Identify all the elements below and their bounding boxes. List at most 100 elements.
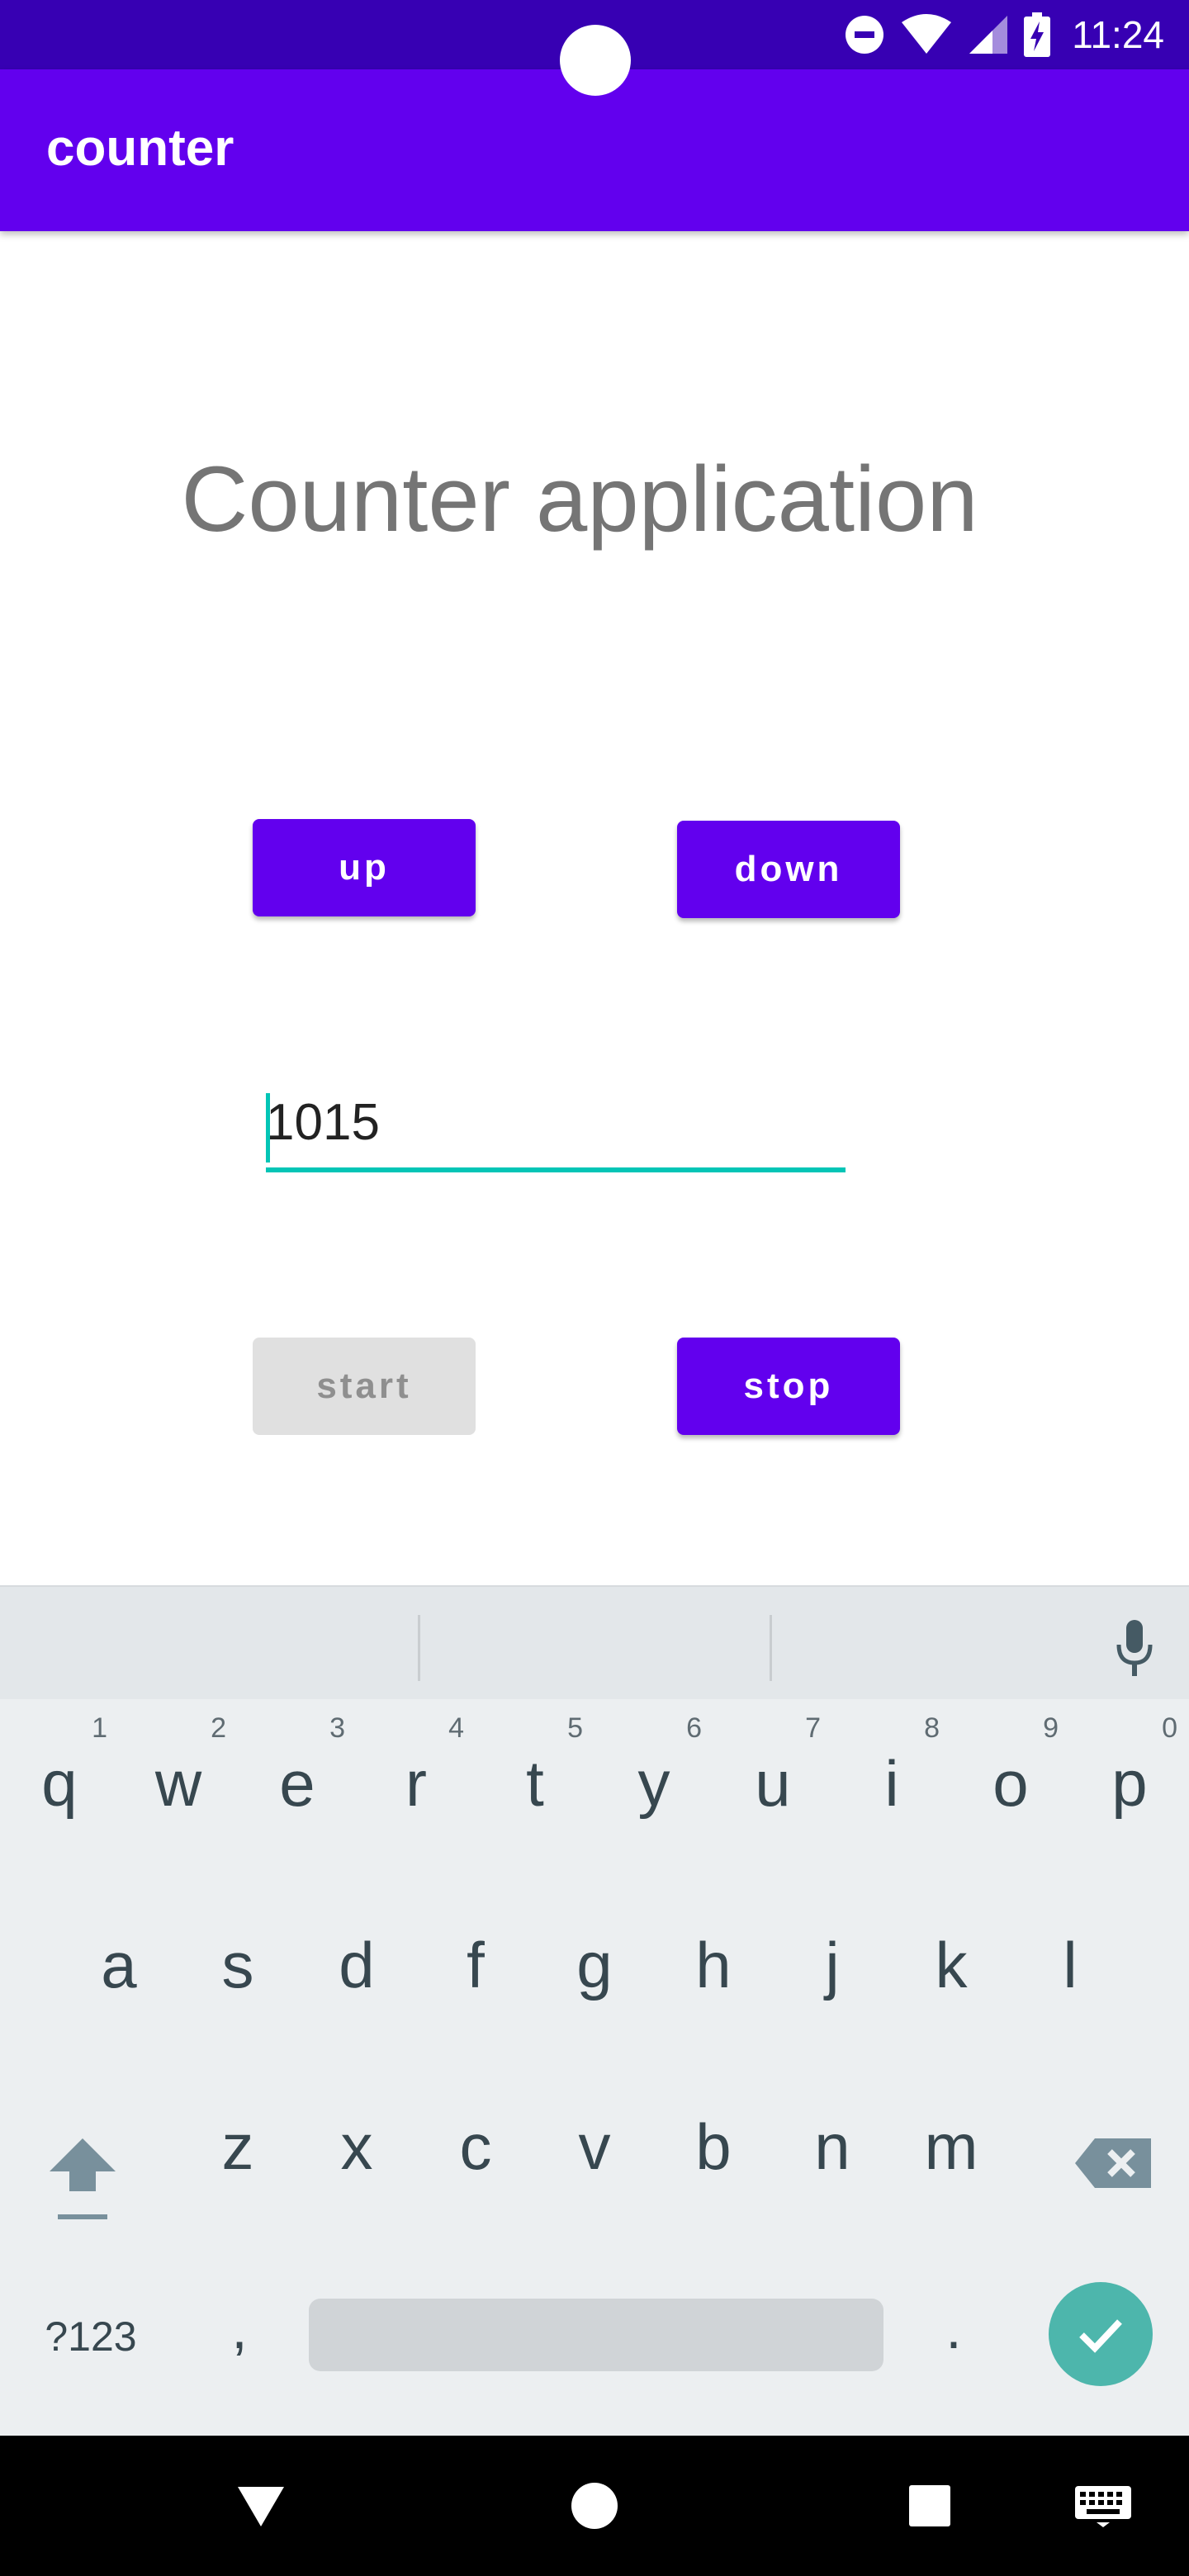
key-hint: 3 bbox=[329, 1712, 345, 1744]
keyboard-switch-icon bbox=[1075, 2486, 1131, 2527]
key-hint: 0 bbox=[1162, 1712, 1177, 1744]
key-label: r bbox=[405, 1746, 427, 1820]
key-m[interactable]: m bbox=[892, 2061, 1011, 2226]
key-label: u bbox=[755, 1746, 791, 1820]
key-label: a bbox=[101, 1928, 137, 2001]
suggestion-strip bbox=[0, 1585, 1189, 1699]
key-k[interactable]: k bbox=[892, 1879, 1011, 2044]
key-label: t bbox=[526, 1746, 544, 1820]
key-x[interactable]: x bbox=[297, 2061, 416, 2226]
key-b[interactable]: b bbox=[654, 2061, 773, 2226]
key-label: y bbox=[637, 1746, 670, 1820]
key-label: z bbox=[221, 2110, 254, 2183]
key-a[interactable]: a bbox=[59, 1879, 178, 2044]
key-o[interactable]: o9 bbox=[951, 1698, 1070, 1863]
wifi-icon bbox=[902, 14, 952, 54]
status-time: 11:24 bbox=[1072, 13, 1164, 56]
key-label: f bbox=[467, 1928, 485, 2001]
key-hint: 8 bbox=[924, 1712, 940, 1744]
comma-key[interactable]: , bbox=[206, 2279, 272, 2378]
key-label: k bbox=[935, 1928, 968, 2001]
key-y[interactable]: y6 bbox=[594, 1698, 713, 1863]
key-label: m bbox=[924, 2110, 978, 2183]
key-g[interactable]: g bbox=[535, 1879, 654, 2044]
app-title: counter bbox=[46, 120, 234, 177]
symbols-key[interactable]: ?123 bbox=[25, 2295, 157, 2378]
key-e[interactable]: e3 bbox=[238, 1698, 357, 1863]
key-c[interactable]: c bbox=[416, 2061, 535, 2226]
key-i[interactable]: i8 bbox=[832, 1698, 951, 1863]
key-hint: 5 bbox=[567, 1712, 583, 1744]
battery-charging-icon bbox=[1024, 12, 1051, 57]
key-label: x bbox=[340, 2110, 373, 2183]
key-hint: 7 bbox=[805, 1712, 821, 1744]
status-icons: 11:24 bbox=[844, 0, 1164, 69]
key-j[interactable]: j bbox=[773, 1879, 892, 2044]
home-button[interactable] bbox=[528, 2436, 661, 2576]
key-label: w bbox=[154, 1746, 202, 1820]
key-label: h bbox=[695, 1928, 732, 2001]
strip-divider bbox=[418, 1615, 420, 1681]
down-button[interactable]: down bbox=[677, 821, 900, 918]
key-d[interactable]: d bbox=[297, 1879, 416, 2044]
key-s[interactable]: s bbox=[178, 1879, 297, 2044]
up-button[interactable]: up bbox=[253, 819, 476, 916]
stop-button[interactable]: stop bbox=[677, 1338, 900, 1435]
microphone-icon[interactable] bbox=[1115, 1618, 1154, 1678]
do-not-disturb-icon bbox=[846, 16, 884, 54]
key-label: n bbox=[814, 2110, 850, 2183]
key-w[interactable]: w2 bbox=[119, 1698, 238, 1863]
counter-value: 1015 bbox=[266, 1094, 380, 1151]
shift-key[interactable] bbox=[33, 2122, 132, 2237]
counter-input[interactable]: 1015 bbox=[266, 1085, 846, 1172]
period-key[interactable]: . bbox=[925, 2279, 983, 2378]
recents-button[interactable] bbox=[864, 2436, 996, 2576]
key-label: d bbox=[339, 1928, 375, 2001]
enter-key[interactable] bbox=[1049, 2282, 1153, 2386]
key-r[interactable]: r4 bbox=[357, 1698, 476, 1863]
page-heading: Counter application bbox=[181, 447, 978, 551]
key-label: g bbox=[576, 1928, 613, 2001]
key-label: v bbox=[578, 2110, 611, 2183]
text-cursor bbox=[266, 1093, 270, 1163]
key-l[interactable]: l bbox=[1011, 1879, 1130, 2044]
key-hint: 9 bbox=[1043, 1712, 1059, 1744]
key-f[interactable]: f bbox=[416, 1879, 535, 2044]
keyboard-switch-button[interactable] bbox=[1037, 2436, 1169, 2576]
key-label: s bbox=[221, 1928, 254, 2001]
key-u[interactable]: u7 bbox=[713, 1698, 832, 1863]
key-label: i bbox=[884, 1746, 899, 1820]
key-label: j bbox=[825, 1928, 840, 2001]
key-label: b bbox=[695, 2110, 732, 2183]
key-hint: 4 bbox=[448, 1712, 464, 1744]
key-label: c bbox=[459, 2110, 492, 2183]
recents-icon bbox=[909, 2485, 950, 2526]
home-icon bbox=[571, 2483, 618, 2529]
backspace-key[interactable] bbox=[1065, 2122, 1164, 2204]
strip-divider bbox=[770, 1615, 772, 1681]
key-label: o bbox=[992, 1746, 1029, 1820]
key-q[interactable]: q1 bbox=[0, 1698, 119, 1863]
back-button[interactable] bbox=[195, 2436, 327, 2576]
key-h[interactable]: h bbox=[654, 1879, 773, 2044]
camera-cutout bbox=[560, 25, 631, 96]
check-icon bbox=[1079, 2319, 1122, 2353]
space-key[interactable] bbox=[309, 2299, 883, 2371]
start-button[interactable]: start bbox=[253, 1338, 476, 1435]
key-hint: 2 bbox=[211, 1712, 226, 1744]
key-z[interactable]: z bbox=[178, 2061, 297, 2226]
key-label: q bbox=[41, 1746, 78, 1820]
key-label: e bbox=[279, 1746, 315, 1820]
key-t[interactable]: t5 bbox=[476, 1698, 594, 1863]
key-v[interactable]: v bbox=[535, 2061, 654, 2226]
key-hint: 1 bbox=[92, 1712, 107, 1744]
signal-icon bbox=[969, 16, 1008, 54]
key-n[interactable]: n bbox=[773, 2061, 892, 2226]
back-icon bbox=[238, 2487, 284, 2526]
key-label: p bbox=[1111, 1746, 1148, 1820]
key-hint: 6 bbox=[686, 1712, 702, 1744]
navigation-bar bbox=[0, 2436, 1189, 2576]
soft-keyboard: ?123 , . q1w2e3r4t5y6u7i8o9p0asdfghjklzx… bbox=[0, 1585, 1189, 2436]
key-label: l bbox=[1063, 1928, 1078, 2001]
key-p[interactable]: p0 bbox=[1070, 1698, 1189, 1863]
